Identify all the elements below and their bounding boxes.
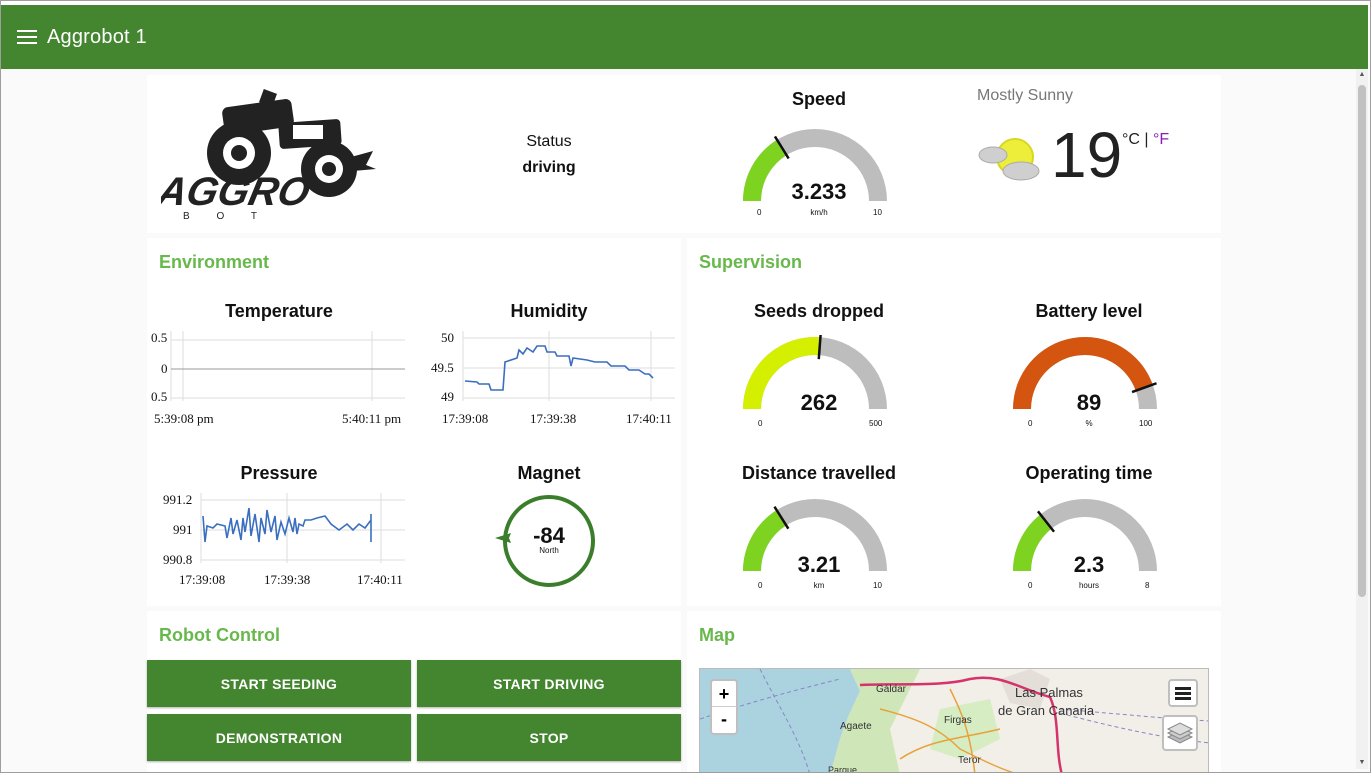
battery-max: 100 xyxy=(1139,419,1153,428)
start-seeding-button[interactable]: START SEEDING xyxy=(147,660,411,707)
battery-value: 89 xyxy=(1076,390,1102,415)
hamburger-menu-icon[interactable] xyxy=(17,26,37,48)
top-app-bar: Aggrobot 1 xyxy=(1,5,1368,69)
seeds-max: 500 xyxy=(869,419,883,428)
pressure-xtick: 17:39:38 xyxy=(264,572,311,587)
distance-title: Distance travelled xyxy=(741,463,897,483)
humidity-ytick: 50 xyxy=(441,330,454,345)
humidity-xtick: 17:40:11 xyxy=(626,411,672,426)
unit-separator: | xyxy=(1144,131,1149,148)
seeds-value: 262 xyxy=(800,390,838,415)
page-scrollbar[interactable]: ▲ ▼ xyxy=(1356,69,1368,769)
speed-max: 10 xyxy=(873,208,882,217)
optime-unit: hours xyxy=(1078,581,1099,590)
map-place-label: Teror xyxy=(958,755,981,766)
logo-wordmark: AGGRO xyxy=(161,168,314,213)
temperature-xtick: 5:40:11 pm xyxy=(342,411,402,426)
map-place-label: Gáldar xyxy=(876,684,907,695)
app-title: Aggrobot 1 xyxy=(47,25,147,48)
speed-value: 3.233 xyxy=(791,179,847,204)
optime-min: 0 xyxy=(1028,581,1033,590)
environment-title: Environment xyxy=(159,252,270,272)
environment-card: Environment Temperature 0.5 0 0.5 5:39:0… xyxy=(147,238,681,606)
optime-title: Operating time xyxy=(1025,463,1153,483)
map-place-label: Firgas xyxy=(944,715,972,726)
map-place-label: Parque xyxy=(828,765,857,773)
humidity-ytick: 49.5 xyxy=(431,360,454,375)
pressure-ytick: 991 xyxy=(173,522,193,537)
humidity-title: Humidity xyxy=(510,301,588,321)
speed-min: 0 xyxy=(757,208,762,217)
stop-button[interactable]: STOP xyxy=(417,714,681,761)
humidity-xtick: 17:39:08 xyxy=(442,411,489,426)
logo-subtext: B O T xyxy=(183,211,269,222)
temperature-ytick: 0.5 xyxy=(151,330,168,345)
distance-max: 10 xyxy=(873,581,882,590)
battery-title: Battery level xyxy=(1035,301,1143,321)
distance-unit: km xyxy=(813,581,825,590)
aggrobot-logo: AGGRO B O T xyxy=(153,85,401,225)
scroll-up-arrow-icon[interactable]: ▲ xyxy=(1356,69,1368,81)
map-layers-button[interactable] xyxy=(1162,715,1198,751)
humidity-ytick: 49 xyxy=(441,389,454,404)
map-card: Map Gáldar Las Palmas de Gran Canaria Ag… xyxy=(687,611,1221,773)
pressure-xtick: 17:39:08 xyxy=(179,572,226,587)
map-view[interactable]: Gáldar Las Palmas de Gran Canaria Agaete… xyxy=(699,668,1209,773)
map-zoom-control: + - xyxy=(710,679,738,735)
temperature-ytick: 0 xyxy=(161,361,168,376)
status-label: Status xyxy=(526,133,572,150)
optime-max: 8 xyxy=(1145,581,1150,590)
pressure-title: Pressure xyxy=(240,463,318,483)
seeds-min: 0 xyxy=(758,419,763,428)
speed-unit: km/h xyxy=(810,208,828,217)
pressure-ytick: 991.2 xyxy=(163,492,193,507)
scroll-down-arrow-icon[interactable]: ▼ xyxy=(1356,757,1368,769)
pressure-xtick: 17:40:11 xyxy=(357,572,403,587)
temperature-ytick: 0.5 xyxy=(151,389,168,404)
celsius-unit[interactable]: °C xyxy=(1122,131,1140,148)
scrollbar-thumb[interactable] xyxy=(1358,85,1366,597)
map-place-label: Las Palmas xyxy=(1015,685,1083,700)
distance-value: 3.21 xyxy=(797,552,841,577)
menu-icon xyxy=(1175,685,1191,702)
weather-temperature: 19 xyxy=(1051,119,1123,191)
layers-icon xyxy=(1166,722,1194,744)
seeds-title: Seeds dropped xyxy=(753,301,885,321)
temperature-chart xyxy=(170,331,405,401)
battery-min: 0 xyxy=(1028,419,1033,428)
start-driving-button[interactable]: START DRIVING xyxy=(417,660,681,707)
fahrenheit-unit-link[interactable]: °F xyxy=(1153,131,1169,148)
battery-unit: % xyxy=(1085,419,1093,428)
distance-min: 0 xyxy=(758,581,763,590)
optime-value: 2.3 xyxy=(1073,552,1105,577)
app-window: Aggrobot 1 AGGRO B O T Status driving Sp… xyxy=(0,0,1371,773)
weather-condition: Mostly Sunny xyxy=(977,87,1074,104)
humidity-xtick: 17:39:38 xyxy=(530,411,577,426)
supervision-card: Supervision Seeds dropped 262 0 500 Batt… xyxy=(687,238,1221,606)
supervision-title: Supervision xyxy=(699,252,803,272)
status-value: driving xyxy=(522,159,576,176)
map-title: Map xyxy=(699,625,735,645)
partly-sunny-icon xyxy=(977,133,1043,188)
humidity-chart xyxy=(462,331,675,401)
zoom-in-button[interactable]: + xyxy=(712,681,736,707)
robot-control-title: Robot Control xyxy=(159,625,280,645)
map-menu-button[interactable] xyxy=(1168,679,1198,707)
temperature-xtick: 5:39:08 pm xyxy=(154,411,214,426)
magnet-title: Magnet xyxy=(517,463,581,483)
temperature-title: Temperature xyxy=(225,301,333,321)
speed-title: Speed xyxy=(791,89,847,109)
map-place-label: de Gran Canaria xyxy=(998,703,1095,718)
demonstration-button[interactable]: DEMONSTRATION xyxy=(147,714,411,761)
zoom-out-button[interactable]: - xyxy=(712,707,736,733)
magnet-direction: North xyxy=(539,546,559,555)
map-place-label: Agaete xyxy=(840,721,872,732)
pressure-ytick: 990.8 xyxy=(163,552,193,567)
header-card: AGGRO B O T Status driving Speed 3.233 k… xyxy=(147,75,1221,233)
